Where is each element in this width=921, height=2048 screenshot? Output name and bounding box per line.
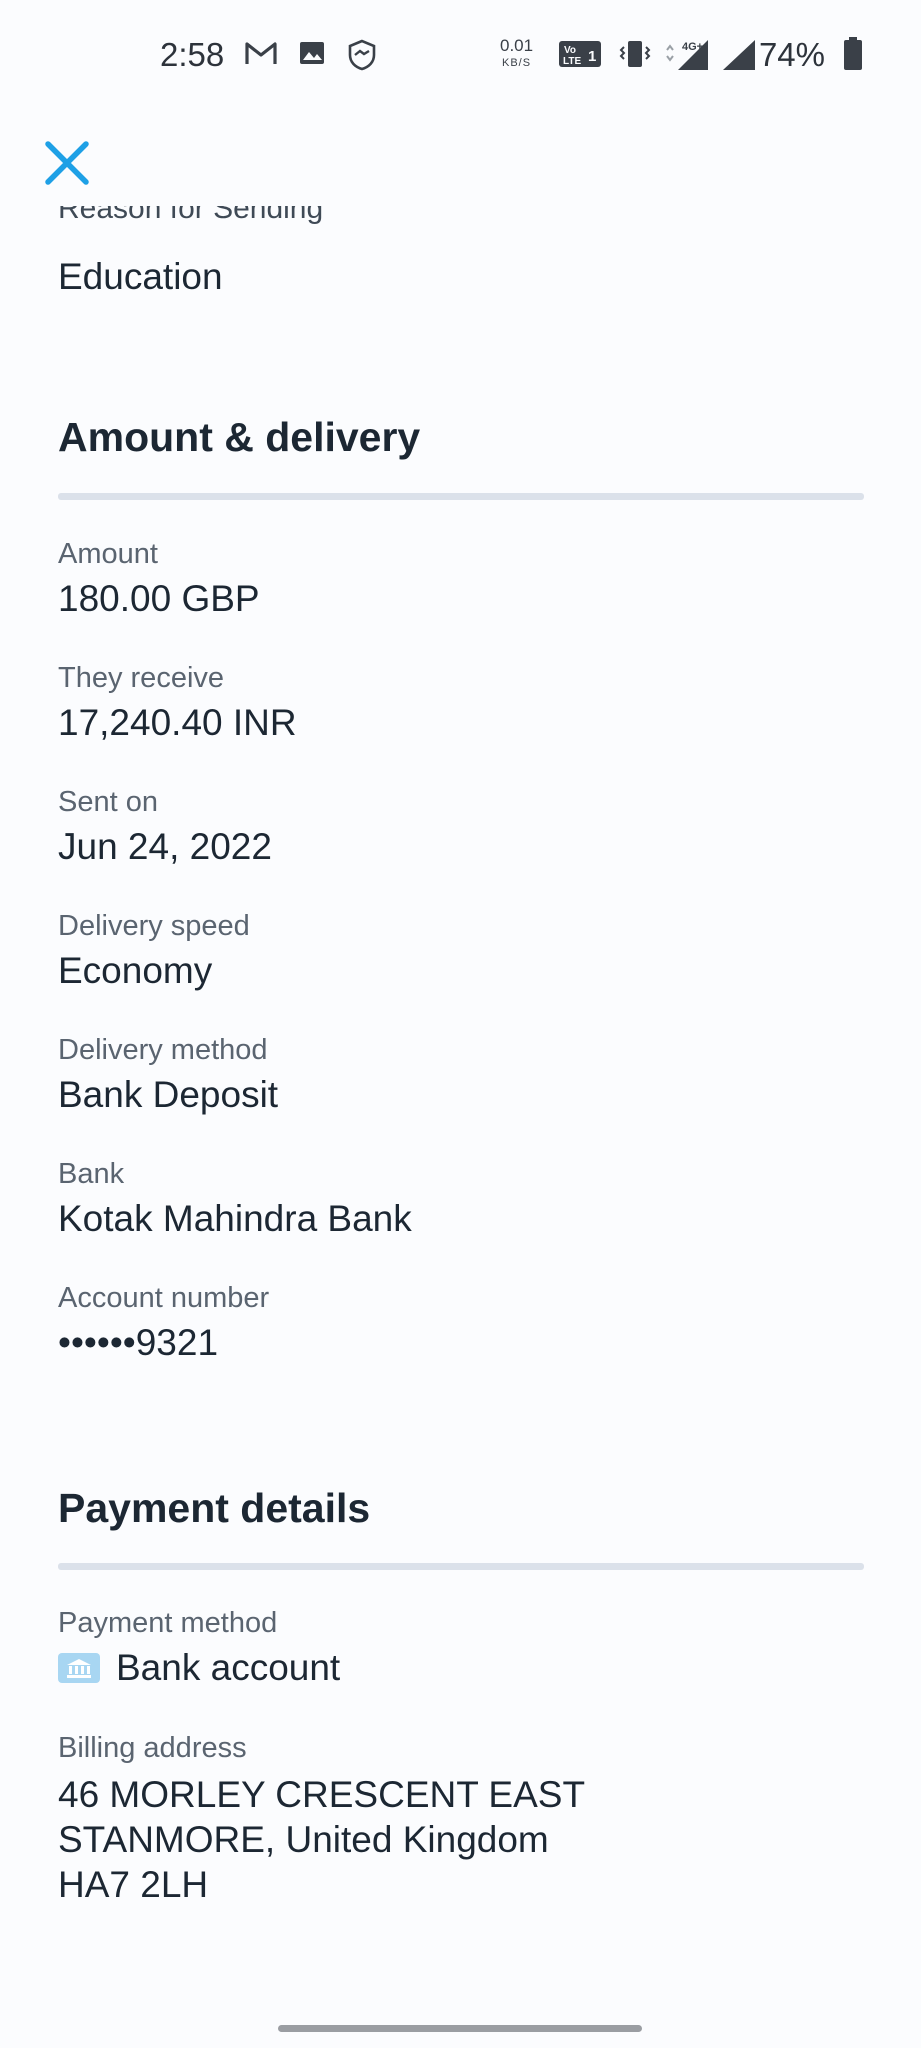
field-delivery-speed: Delivery speed Economy	[58, 908, 250, 994]
field-value: Kotak Mahindra Bank	[58, 1198, 412, 1239]
field-value: 180.00 GBP	[58, 578, 260, 619]
field-they-receive: They receive 17,240.40 INR	[58, 660, 297, 746]
field-sent-on: Sent on Jun 24, 2022	[58, 784, 272, 870]
svg-text:LTE: LTE	[563, 56, 581, 67]
gmail-icon	[245, 42, 277, 64]
home-indicator[interactable]	[278, 2025, 642, 2032]
field-value: 17,240.40 INR	[58, 702, 297, 743]
field-value: ••••••9321	[58, 1322, 219, 1363]
field-account-number: Account number ••••••9321	[58, 1280, 269, 1366]
field-value: Bank Deposit	[58, 1074, 279, 1115]
field-label: Delivery speed	[58, 910, 250, 942]
field-label: They receive	[58, 662, 225, 694]
field-label: Delivery method	[58, 1034, 268, 1066]
network-speed: 0.01 KB/S	[500, 36, 534, 71]
field-label: Account number	[58, 1282, 270, 1314]
close-icon	[45, 141, 89, 185]
address-line: STANMORE, United Kingdom	[58, 1819, 549, 1860]
section-title-amount: Amount & delivery	[58, 414, 421, 460]
field-amount: Amount 180.00 GBP	[58, 536, 260, 622]
reason-value: Education	[58, 254, 223, 300]
signal-4g-icon: 4G+	[666, 40, 708, 70]
signal-icon	[723, 40, 755, 70]
field-payment-method: Payment method Bank account	[58, 1605, 340, 1691]
svg-text:4G+: 4G+	[682, 41, 703, 53]
payment-method-value: Bank account	[116, 1647, 341, 1688]
field-bank: Bank Kotak Mahindra Bank	[58, 1156, 412, 1242]
field-label: Amount	[58, 538, 158, 570]
svg-text:1: 1	[588, 48, 596, 65]
svg-text:Vo: Vo	[564, 45, 576, 56]
field-label: Billing address	[58, 1732, 247, 1764]
bank-icon	[58, 1653, 100, 1683]
reason-label-text: Reason for Sending	[58, 206, 324, 225]
field-label: Sent on	[58, 786, 158, 818]
vibrate-icon	[619, 41, 651, 67]
payment-method-row: Bank account	[58, 1645, 340, 1691]
section-title-payment: Payment details	[58, 1485, 371, 1531]
reason-label: Reason for Sending	[58, 206, 323, 240]
volte-icon: Vo LTE 1	[559, 41, 601, 67]
status-bar: 2:58 0.01 KB/S Vo LTE 1 4G+ 74%	[0, 0, 921, 110]
battery-icon	[844, 37, 862, 70]
address-line: 46 MORLEY CRESCENT EAST	[58, 1774, 586, 1815]
status-time: 2:58	[160, 36, 225, 73]
image-icon	[300, 42, 324, 64]
field-value: Jun 24, 2022	[58, 826, 272, 867]
shield-icon	[348, 39, 376, 71]
section-divider	[58, 1563, 864, 1570]
field-billing-address: Billing address 46 MORLEY CRESCENT EAST …	[58, 1730, 585, 1907]
field-label: Payment method	[58, 1607, 278, 1639]
address-line: HA7 2LH	[58, 1864, 209, 1905]
speed-value: 0.01	[500, 36, 534, 55]
field-delivery-method: Delivery method Bank Deposit	[58, 1032, 278, 1118]
billing-address: 46 MORLEY CRESCENT EAST STANMORE, United…	[58, 1772, 585, 1907]
reason-value-text: Education	[58, 256, 223, 297]
battery-percent: 74%	[758, 36, 825, 73]
section-divider	[58, 493, 864, 500]
field-label: Bank	[58, 1158, 125, 1190]
field-value: Economy	[58, 950, 213, 991]
close-button[interactable]	[40, 136, 94, 190]
speed-unit: KB/S	[502, 57, 532, 69]
